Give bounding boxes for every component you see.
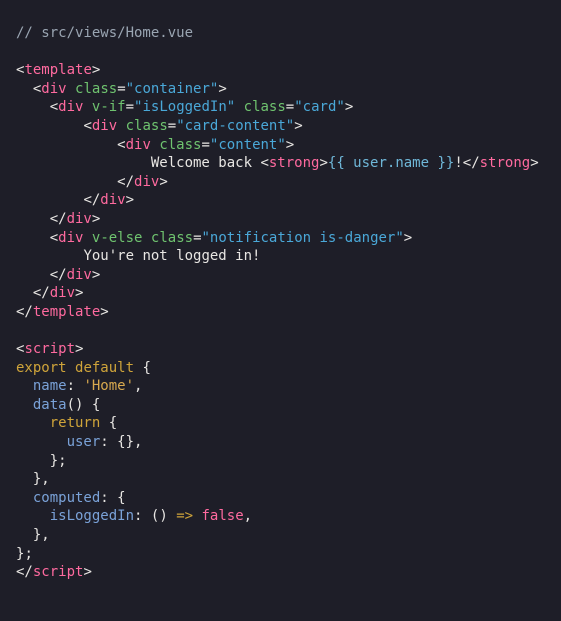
val-container: "container" [126,81,219,97]
prop-user: user [67,434,101,450]
val-isloggedin: "isLoggedIn" [134,99,235,115]
attr-v-if: v-if [92,99,126,115]
tag-strong: strong [269,155,320,171]
prop-computed: computed [33,490,100,506]
val-content: "content" [210,137,286,153]
val-card: "card" [294,99,345,115]
kw-default: default [75,360,134,376]
angle-close: > [92,62,100,78]
tag-script: script [24,341,75,357]
text-not-logged: You're not logged in! [83,248,260,264]
tag-template: template [24,62,91,78]
val-home: 'Home' [83,378,134,394]
mustache: {{ user.name }} [328,155,454,171]
kw-export: export [16,360,67,376]
text-welcome: Welcome back [151,155,261,171]
kw-return: return [50,415,101,431]
attr-class: class [75,81,117,97]
attr-v-else: v-else [92,230,143,246]
file-comment: // src/views/Home.vue [16,25,193,41]
arrow: => [176,508,193,524]
val-notification: "notification is-danger" [202,230,404,246]
prop-isloggedin: isLoggedIn [50,508,134,524]
prop-name: name [33,378,67,394]
code-block: // src/views/Home.vue <template> <div cl… [0,0,561,606]
val-card-content: "card-content" [176,118,294,134]
prop-data: data [33,397,67,413]
val-false: false [201,508,243,524]
tag-div: div [41,81,66,97]
